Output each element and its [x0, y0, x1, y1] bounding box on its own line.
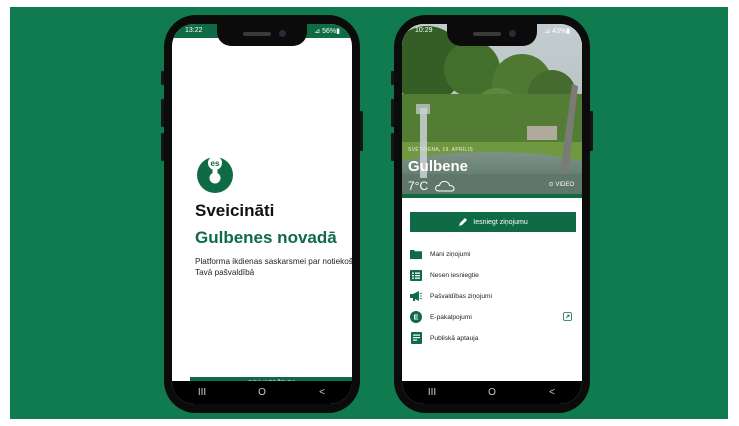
hero-photo: 10:29 ⊿ 43%▮ SVĒTDIENA, 19. APRĪLIS Gulb… — [402, 24, 582, 194]
notch — [447, 24, 537, 46]
external-link-icon[interactable] — [563, 312, 572, 323]
menu-item-label: Pašvaldības ziņojumi — [430, 292, 492, 300]
side-button — [391, 71, 394, 85]
menu-item-label: E-pakalpojumi — [430, 313, 472, 321]
side-button — [161, 133, 164, 161]
home-button[interactable]: O — [252, 387, 272, 398]
side-button — [590, 111, 593, 151]
menu-item-e-services[interactable]: E E-pakalpojumi — [410, 307, 576, 327]
phone-welcome: 13:22 ⊿ 56%▮ es Sveicināti Gulbenes nova… — [161, 15, 363, 413]
svg-text:E: E — [413, 313, 418, 322]
submit-report-button[interactable]: Iesniegt ziņojumu — [410, 212, 576, 232]
background-canvas: 13:22 ⊿ 56%▮ es Sveicināti Gulbenes nova… — [10, 7, 728, 419]
status-time: 10:29 — [415, 27, 433, 34]
hero-temperature: 7°C — [408, 179, 429, 193]
submit-report-label: Iesniegt ziņojumu — [473, 218, 528, 226]
menu-item-my-reports[interactable]: Mani ziņojumi — [410, 244, 576, 264]
phone-dashboard: 10:29 ⊿ 43%▮ SVĒTDIENA, 19. APRĪLIS Gulb… — [391, 15, 593, 413]
side-button — [360, 111, 363, 151]
region-heading: Gulbenes novadā — [195, 228, 337, 247]
e-circle-icon: E — [410, 311, 422, 323]
hero-city: Gulbene — [408, 158, 469, 175]
system-nav-bar: III O < — [402, 381, 582, 404]
list-icon — [410, 269, 422, 281]
menu-item-municipal-reports[interactable]: Pašvaldības ziņojumi — [410, 286, 576, 306]
side-button — [391, 99, 394, 127]
megaphone-icon — [410, 290, 422, 302]
es-logo: es — [197, 156, 233, 193]
menu-item-label: Nesen iesniegtie — [430, 271, 479, 279]
recents-button[interactable]: III — [422, 387, 442, 398]
tagline-text: Platforma ikdienas saskarsmei par notiek… — [195, 257, 352, 277]
main-menu: Mani ziņojumi Nesen iesniegtie Pašvaldīb… — [410, 244, 576, 349]
logo-text: es — [211, 159, 220, 168]
home-button[interactable]: O — [482, 387, 502, 398]
side-button — [161, 71, 164, 85]
video-link[interactable]: ⊙ VIDEO — [549, 181, 574, 188]
status-time: 13:22 — [185, 27, 203, 34]
recents-button[interactable]: III — [192, 387, 212, 398]
status-indicators: ⊿ 43%▮ — [544, 28, 570, 35]
dashboard-screen: 10:29 ⊿ 43%▮ SVĒTDIENA, 19. APRĪLIS Gulb… — [402, 24, 582, 404]
menu-item-public-survey[interactable]: Publiskā aptauja — [410, 328, 576, 348]
welcome-screen: 13:22 ⊿ 56%▮ es Sveicināti Gulbenes nova… — [172, 24, 352, 404]
notch — [217, 24, 307, 46]
menu-item-recent[interactable]: Nesen iesniegtie — [410, 265, 576, 285]
back-button[interactable]: < — [542, 387, 562, 398]
welcome-heading: Sveicināti — [195, 201, 275, 220]
status-indicators: ⊿ 56%▮ — [314, 28, 340, 35]
survey-icon — [410, 332, 422, 344]
side-button — [391, 133, 394, 161]
folder-icon — [410, 248, 422, 260]
menu-item-label: Publiskā aptauja — [430, 334, 479, 342]
hero-date: SVĒTDIENA, 19. APRĪLIS — [408, 147, 473, 153]
hero-divider — [402, 194, 582, 198]
menu-item-label: Mani ziņojumi — [430, 250, 471, 258]
cloud-icon — [435, 180, 455, 192]
back-button[interactable]: < — [312, 387, 332, 398]
pen-icon — [459, 218, 468, 226]
system-nav-bar: III O < — [172, 381, 352, 404]
side-button — [161, 99, 164, 127]
